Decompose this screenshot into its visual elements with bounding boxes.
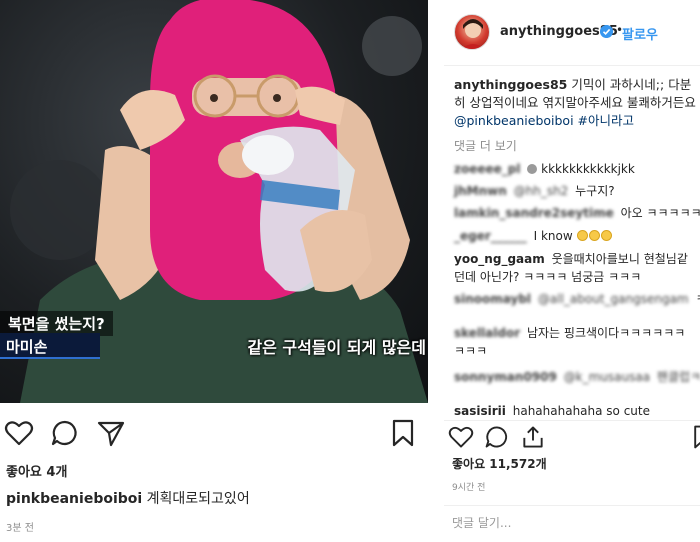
caption-text: 계획대로되고있어	[146, 491, 250, 507]
photo-caption-subtitle: 같은 구석들이 되게 많은데	[247, 338, 426, 357]
comment-text: 팬클럽ㅋ...	[656, 370, 700, 384]
post-username[interactable]: anythinggoes85	[454, 77, 567, 92]
comment-item: yoo_ng_gaam 웃을때치아를보니 현철님같던데 아닌가? ㅋㅋㅋㅋ 넘궁…	[454, 250, 694, 286]
heart-icon[interactable]	[4, 418, 34, 448]
left-post: 복면을 썼는지? 마미손 같은 구석들이 되게 많은데 좋아요 4개 pinkb…	[0, 0, 428, 542]
comment-username[interactable]: yoo_ng_gaam	[454, 252, 545, 266]
comment-username[interactable]: sonnyman0909	[454, 368, 557, 386]
share-icon[interactable]	[520, 424, 546, 450]
grinning-emoji-icon	[527, 164, 538, 174]
comment-input[interactable]	[452, 516, 692, 530]
comment-item: _eger______ I know	[454, 227, 613, 245]
bookmark-icon[interactable]	[690, 424, 700, 450]
comment-icon[interactable]	[484, 424, 510, 450]
grinning-emoji-icon	[600, 230, 612, 241]
comment-item: lamkin_sandre2seytime 아오 ㅋㅋㅋㅋㅋ	[454, 204, 700, 222]
verified-icon	[600, 25, 613, 38]
comment-item: skellaldor 남자는 핑크색이다ㅋㅋㅋㅋㅋㅋ ㅋㅋㅋ	[454, 324, 698, 360]
comment-username[interactable]: zoeeee_pl	[454, 160, 521, 178]
post-timestamp: 3분 전	[6, 523, 34, 534]
comment-text: kkkkkkkkkkkjkk	[541, 162, 635, 176]
post-photo[interactable]: 복면을 썼는지? 마미손 같은 구석들이 되게 많은데	[0, 0, 428, 403]
left-action-bar	[0, 416, 428, 450]
comment-item: sinoomaybl @all_about_gangsengam ㅋㅋ	[454, 290, 700, 308]
post-caption: anythinggoes85 기믹이 과하시네;; 다분히 상업적이네요 엮지말…	[454, 76, 700, 130]
post-header: anythinggoes85 • 팔로우	[444, 0, 700, 66]
follow-button[interactable]: 팔로우	[622, 24, 658, 43]
comment-mention[interactable]: @all_about_gangsengam	[538, 290, 689, 308]
comment-mention[interactable]: @k_musausaa	[564, 368, 650, 386]
photo-caption-name: 마미손	[0, 333, 100, 359]
comment-username[interactable]: skellaldor	[454, 324, 520, 342]
post-body: anythinggoes85 기믹이 과하시네;; 다분히 상업적이네요 엮지말…	[454, 76, 700, 130]
comment-username[interactable]: sasisirii	[454, 404, 506, 418]
post-hashtag[interactable]: #아니라고	[578, 113, 634, 128]
caption-username[interactable]: pinkbeanieboiboi	[6, 491, 142, 507]
panel-divider	[428, 0, 444, 542]
like-count[interactable]: 좋아요 11,572개	[452, 455, 547, 472]
comment-icon[interactable]	[50, 418, 80, 448]
comment-username[interactable]: _eger______	[454, 227, 527, 245]
add-comment-bar	[444, 505, 700, 542]
comment-item: sonnyman0909 @k_musausaa 팬클럽ㅋ...	[454, 368, 700, 386]
comment-text: ㅋㅋ	[695, 292, 700, 306]
post-timestamp: 9시간 전	[452, 483, 486, 493]
avatar-face-icon	[461, 19, 485, 49]
heart-icon[interactable]	[448, 424, 474, 450]
post-caption: pinkbeanieboiboi 계획대로되고있어	[6, 488, 250, 508]
comment-item: zoeeee_pl kkkkkkkkkkkjkk	[454, 160, 635, 178]
comment-mention[interactable]: @hh_sh2	[514, 182, 569, 200]
load-more-comments[interactable]: 댓글 더 보기	[454, 137, 517, 154]
comment-text: 누구지?	[575, 184, 615, 198]
post-mention[interactable]: @pinkbeanieboiboi	[454, 113, 574, 128]
comment-username[interactable]: jhMnwn	[454, 182, 507, 200]
comment-username[interactable]: lamkin_sandre2seytime	[454, 204, 614, 222]
grinning-emoji-icon	[588, 230, 600, 241]
avatar[interactable]	[454, 14, 490, 50]
right-post: anythinggoes85 • 팔로우 anythinggoes85 기믹이 …	[444, 0, 700, 542]
comment-item: jhMnwn @hh_sh2 누구지?	[454, 182, 615, 200]
like-count[interactable]: 좋아요 4개	[6, 461, 67, 480]
comment-text: I know	[533, 229, 573, 243]
comment-text: hahahahahaha so cute	[512, 404, 651, 418]
comment-text: 아오 ㅋㅋㅋㅋㅋ	[620, 206, 700, 220]
share-icon[interactable]	[96, 418, 126, 448]
grinning-emoji-icon	[576, 230, 588, 241]
comment-username[interactable]: sinoomaybl	[454, 290, 531, 308]
comment-item: sasisirii hahahahahaha so cute	[454, 402, 650, 420]
right-action-bar	[444, 420, 700, 454]
bookmark-icon[interactable]	[388, 418, 418, 448]
